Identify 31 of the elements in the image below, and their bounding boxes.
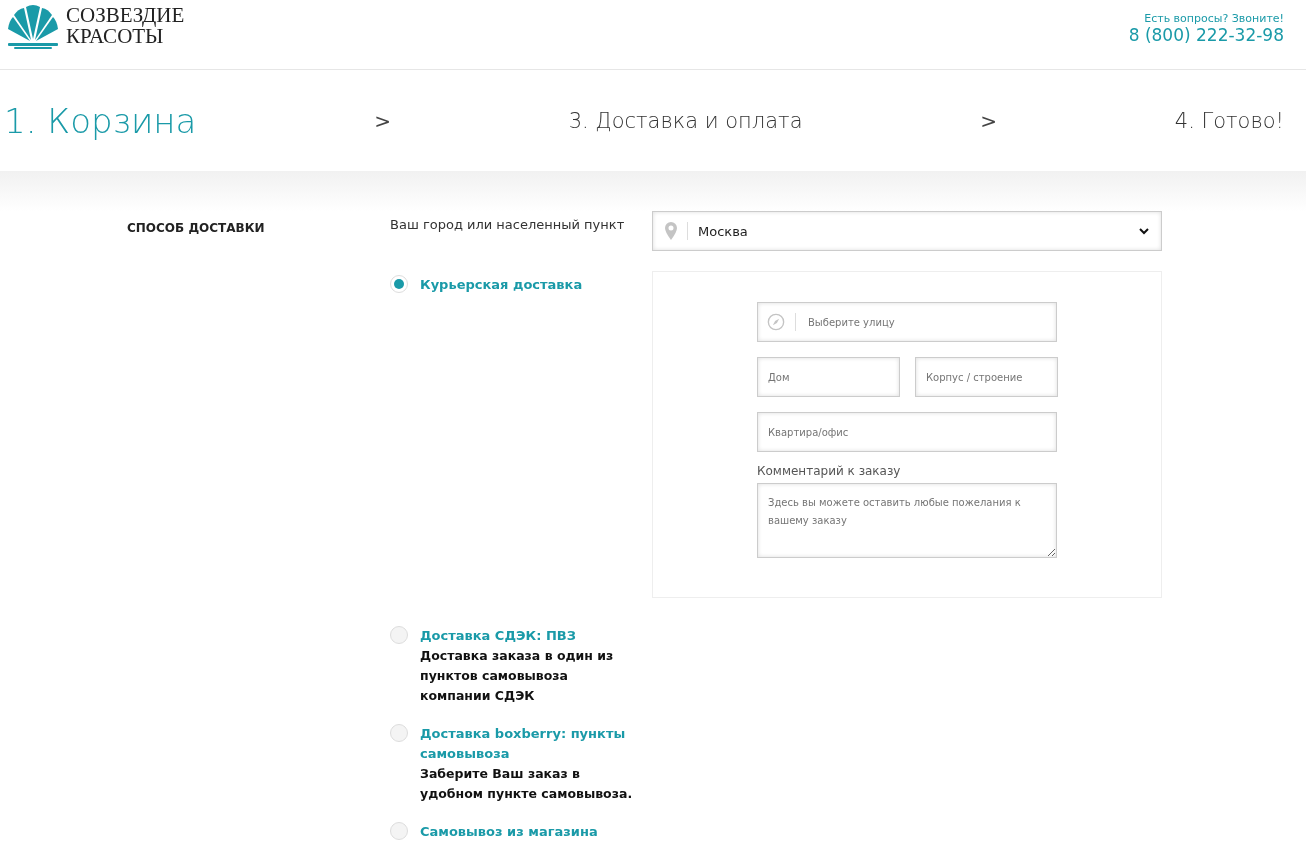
step-separator: > <box>374 108 391 133</box>
delivery-option-title[interactable]: Доставка СДЭК: ПВЗ <box>420 626 642 646</box>
delivery-option-description: Доставка заказа в один из пунктов самовывоза компании СДЭК <box>420 647 615 705</box>
house-field[interactable]: Дом <box>757 357 900 397</box>
city-label: Ваш город или населенный пункт <box>390 216 626 232</box>
checkout-step[interactable]: 1. Корзина <box>4 100 197 141</box>
city-select[interactable]: Москва <box>652 211 1162 251</box>
step-separator: > <box>980 108 998 133</box>
logo-text: СОЗВЕЗДИЕ <box>66 5 185 26</box>
comment-field[interactable]: Здесь вы можете оставить любые пожелания к вашему заказу <box>757 483 1057 558</box>
delivery-option-description: Заберите Ваш заказ в удобном пункте самовывоза. <box>420 765 634 803</box>
chevron-down-icon <box>1139 227 1149 235</box>
compass-icon <box>767 313 785 331</box>
location-pin-icon <box>665 222 677 240</box>
apartment-field[interactable]: Квартира/офис <box>757 412 1057 452</box>
checkout-step[interactable]: 3. Доставка и оплата <box>568 108 803 133</box>
phone-link[interactable]: 8 (800) 222-32-98 <box>1128 25 1284 45</box>
section-title: СПОСОБ ДОСТАВКИ <box>127 221 265 235</box>
logo-text: КРАСОТЫ <box>66 26 164 47</box>
delivery-option-title[interactable]: Курьерская доставка <box>420 275 642 295</box>
delivery-option-title[interactable]: Самовывоз из магазина <box>420 822 642 842</box>
building-field[interactable]: Корпус / строение <box>915 357 1058 397</box>
street-field[interactable]: Выберите улицу <box>757 302 1057 342</box>
contact-prompt: Есть вопросы? Звоните! <box>1144 12 1284 25</box>
comment-label: Комментарий к заказу <box>757 464 902 478</box>
delivery-option-title[interactable]: Доставка boxberry: пункты самовывоза <box>420 724 642 764</box>
radio-button[interactable] <box>390 822 408 840</box>
radio-button[interactable] <box>390 275 408 293</box>
radio-button[interactable] <box>390 626 408 644</box>
checkout-step[interactable]: 4. Готово! <box>1174 108 1284 133</box>
radio-button[interactable] <box>390 724 408 742</box>
